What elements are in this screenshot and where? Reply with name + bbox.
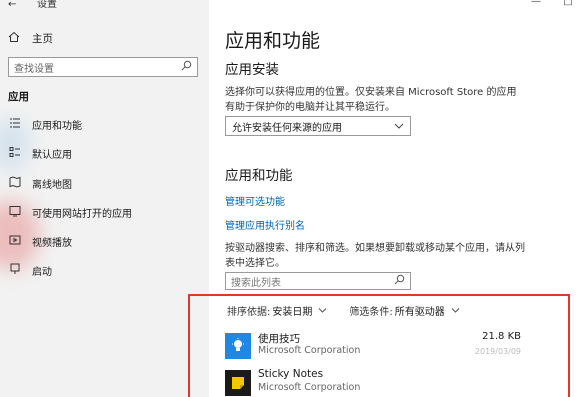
sidebar-item-label: 离线地图 [32,180,72,191]
startup-icon [8,263,22,278]
install-source-dropdown[interactable]: 允许安装任何来源的应用 [225,116,411,136]
page-title: 应用和功能 [225,30,321,52]
app-list-search-input[interactable]: 搜索此列表 [225,272,411,290]
install-heading: 应用安装 [225,62,279,78]
app-list-search-placeholder: 搜索此列表 [231,277,281,289]
sidebar-item-label: 启动 [32,267,52,278]
sidebar-item-offline-maps[interactable]: 离线地图 [8,176,72,191]
window-controls: — □ [520,0,584,7]
sidebar-item-apps-for-websites[interactable]: 可使用网站打开的应用 [8,205,132,220]
settings-search-input[interactable]: 查找设置 [8,57,198,77]
manage-app-aliases-link[interactable]: 管理应用执行别名 [225,217,305,232]
default-apps-icon [8,146,22,161]
sidebar-item-default-apps[interactable]: 默认应用 [8,146,72,161]
minimize-button[interactable]: — [520,0,552,7]
search-icon[interactable] [394,274,405,288]
manage-optional-features-link[interactable]: 管理可选功能 [225,193,285,208]
chevron-down-icon [394,121,404,132]
nav-home-label: 主页 [32,33,53,45]
sidebar-item-apps-features[interactable]: 应用和功能 [8,117,82,132]
sidebar-item-label: 应用和功能 [32,121,82,132]
apps-for-websites-icon [8,205,22,220]
nav-home[interactable]: 主页 [8,31,53,46]
dropdown-value: 允许安装任何来源的应用 [232,122,342,134]
video-playback-icon [8,234,22,249]
sidebar: ← 设置 主页 查找设置 应用 应用和功能 默认应用 离线地图 可使用网站打开的… [0,0,209,397]
sidebar-item-label: 视频播放 [32,238,72,249]
sidebar-item-label: 默认应用 [32,150,72,161]
install-description: 选择你可以获得应用的位置。仅安装来自 Microsoft Store 的应用有助… [225,87,517,113]
home-icon [8,31,22,46]
apps-description: 按驱动器搜索、排序和筛选。如果想要卸载或移动某个应用，请从列表中选择它。 [225,243,525,269]
maximize-button[interactable]: □ [552,0,584,7]
offline-maps-icon [8,176,22,191]
settings-search-placeholder: 查找设置 [14,63,54,75]
sidebar-item-startup[interactable]: 启动 [8,263,52,278]
highlight-annotation [188,294,570,397]
sidebar-item-label: 可使用网站打开的应用 [32,209,132,220]
apps-features-icon [8,117,22,132]
apps-heading: 应用和功能 [225,168,293,184]
sidebar-item-video-playback[interactable]: 视频播放 [8,234,72,249]
window-title: 设置 [37,0,57,10]
search-icon[interactable] [181,60,192,74]
back-button[interactable]: ← [8,0,16,10]
sidebar-section-apps: 应用 [8,91,29,103]
